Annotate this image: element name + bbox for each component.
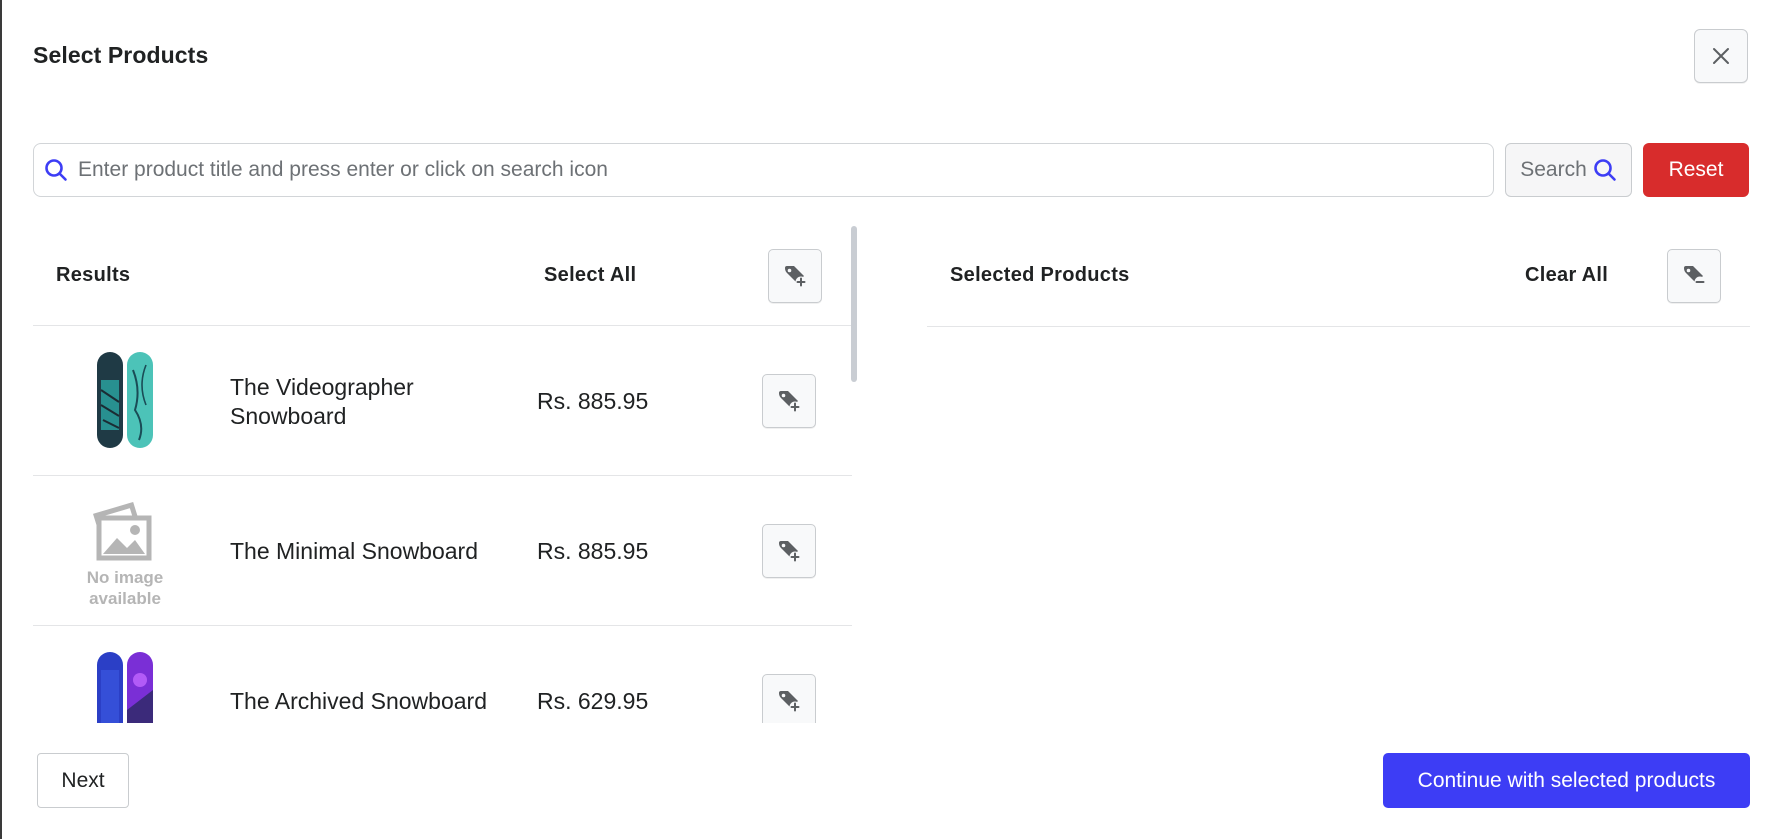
close-button[interactable] xyxy=(1694,29,1748,83)
product-thumbnail xyxy=(97,652,153,723)
tag-add-icon xyxy=(779,541,801,563)
product-title-line: The Videographer xyxy=(230,374,414,400)
tag-add-icon xyxy=(779,691,801,713)
result-row: The Videographer Snowboard Rs. 885.95 xyxy=(33,326,852,476)
add-all-tag-button[interactable] xyxy=(768,249,822,303)
result-row: The Archived Snowboard Rs. 629.95 xyxy=(33,626,852,723)
reset-button[interactable]: Reset xyxy=(1643,143,1749,197)
remove-all-tag-button[interactable] xyxy=(1667,249,1721,303)
search-button-label: Search xyxy=(1520,158,1587,181)
modal-title: Select Products xyxy=(33,42,209,68)
results-panel: Results Select All The Videographer Snow… xyxy=(33,226,852,723)
no-image-placeholder: No image available xyxy=(83,500,167,608)
search-icon xyxy=(45,159,67,181)
results-scrollbar[interactable] xyxy=(851,226,857,382)
add-product-tag-button[interactable] xyxy=(762,524,816,578)
product-price: Rs. 885.95 xyxy=(537,388,649,414)
product-price: Rs. 629.95 xyxy=(537,688,649,714)
search-input[interactable] xyxy=(78,158,1493,182)
tag-add-icon xyxy=(785,266,807,288)
product-price: Rs. 885.95 xyxy=(537,538,649,564)
no-image-line: available xyxy=(89,589,161,608)
product-title-line: Snowboard xyxy=(230,403,347,429)
search-button[interactable]: Search xyxy=(1505,143,1632,197)
no-image-line: No image xyxy=(86,568,164,587)
product-thumbnail xyxy=(97,352,153,448)
results-header: Results Select All xyxy=(33,226,852,326)
tag-remove-icon xyxy=(1684,266,1706,288)
continue-button[interactable]: Continue with selected products xyxy=(1383,753,1750,808)
no-image-text: No image available xyxy=(83,567,167,609)
clear-all-button[interactable]: Clear All xyxy=(1525,264,1608,287)
close-icon xyxy=(1713,48,1729,64)
add-product-tag-button[interactable] xyxy=(762,674,816,723)
add-product-tag-button[interactable] xyxy=(762,374,816,428)
product-title: The Videographer Snowboard xyxy=(230,373,414,431)
select-all-button[interactable]: Select All xyxy=(544,264,636,287)
next-button[interactable]: Next xyxy=(37,753,129,808)
search-icon xyxy=(1593,159,1616,181)
image-placeholder-icon xyxy=(93,501,152,561)
selected-products-label: Selected Products xyxy=(950,264,1130,286)
selected-products-header: Selected Products Clear All xyxy=(927,226,1750,327)
select-products-modal: Select Products Search Reset Results Sel… xyxy=(2,0,1778,839)
product-title: The Archived Snowboard xyxy=(230,688,487,714)
search-field[interactable] xyxy=(33,143,1494,197)
product-title: The Minimal Snowboard xyxy=(230,538,479,564)
results-header-label: Results xyxy=(56,264,131,286)
result-row: No image available The Minimal Snowboard… xyxy=(33,476,852,626)
tag-add-icon xyxy=(779,391,801,413)
